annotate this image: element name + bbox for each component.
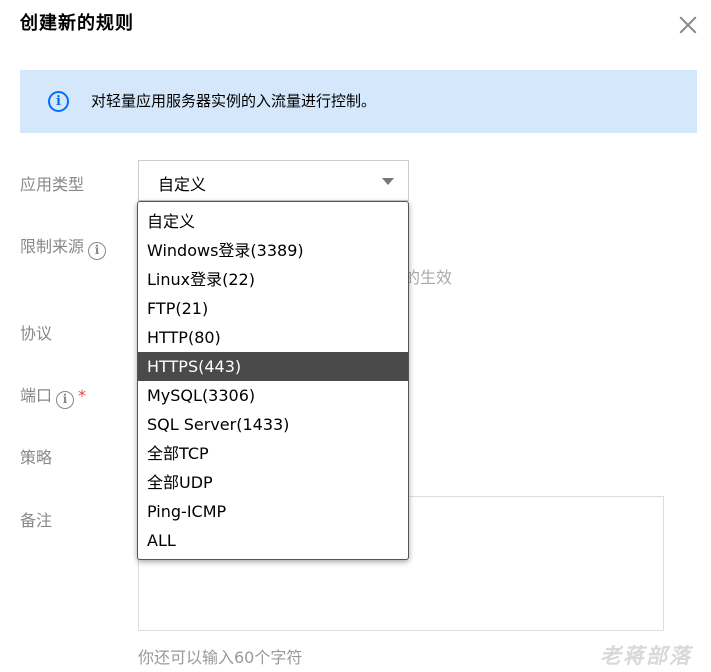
chevron-down-icon (382, 178, 394, 185)
policy-label: 策略 (20, 448, 53, 467)
app-type-select[interactable]: 自定义 (138, 160, 409, 201)
help-icon[interactable]: i (56, 391, 75, 409)
source-label-row: 限制来源 i (20, 233, 107, 260)
dropdown-option[interactable]: 全部TCP (138, 439, 408, 468)
required-mark: * (78, 386, 87, 405)
port-label-row: 端口 i * (20, 382, 86, 409)
dropdown-option[interactable]: SQL Server(1433) (138, 410, 408, 439)
dropdown-option[interactable]: 自定义 (138, 207, 408, 236)
close-icon[interactable] (677, 14, 699, 36)
info-banner: i 对轻量应用服务器实例的入流量进行控制。 (20, 70, 697, 133)
watermark: 老蒋部落 (600, 644, 692, 668)
dropdown-option[interactable]: Linux登录(22) (138, 265, 408, 294)
char-count-hint: 你还可以输入60个字符 (138, 648, 303, 667)
app-type-label: 应用类型 (20, 175, 85, 194)
app-type-dropdown[interactable]: 自定义 Windows登录(3389) Linux登录(22) FTP(21) … (137, 201, 409, 560)
dropdown-option[interactable]: Windows登录(3389) (138, 236, 408, 265)
source-label: 限制来源 (20, 237, 85, 256)
select-value: 自定义 (158, 175, 207, 194)
info-icon: i (48, 91, 69, 112)
info-text: 对轻量应用服务器实例的入流量进行控制。 (91, 92, 377, 110)
dropdown-option[interactable]: 全部UDP (138, 468, 408, 497)
dropdown-option[interactable]: Ping-ICMP (138, 497, 408, 526)
obscured-text: 的生效 (404, 268, 453, 287)
dropdown-option[interactable]: ALL (138, 526, 408, 555)
dialog-title: 创建新的规则 (20, 13, 134, 34)
dropdown-option[interactable]: FTP(21) (138, 294, 408, 323)
protocol-label: 协议 (20, 324, 53, 343)
dropdown-option-highlighted[interactable]: HTTPS(443) (138, 352, 408, 381)
dropdown-option[interactable]: MySQL(3306) (138, 381, 408, 410)
port-label: 端口 (20, 386, 53, 405)
remark-label: 备注 (20, 511, 53, 530)
dropdown-option[interactable]: HTTP(80) (138, 323, 408, 352)
help-icon[interactable]: i (88, 242, 107, 260)
